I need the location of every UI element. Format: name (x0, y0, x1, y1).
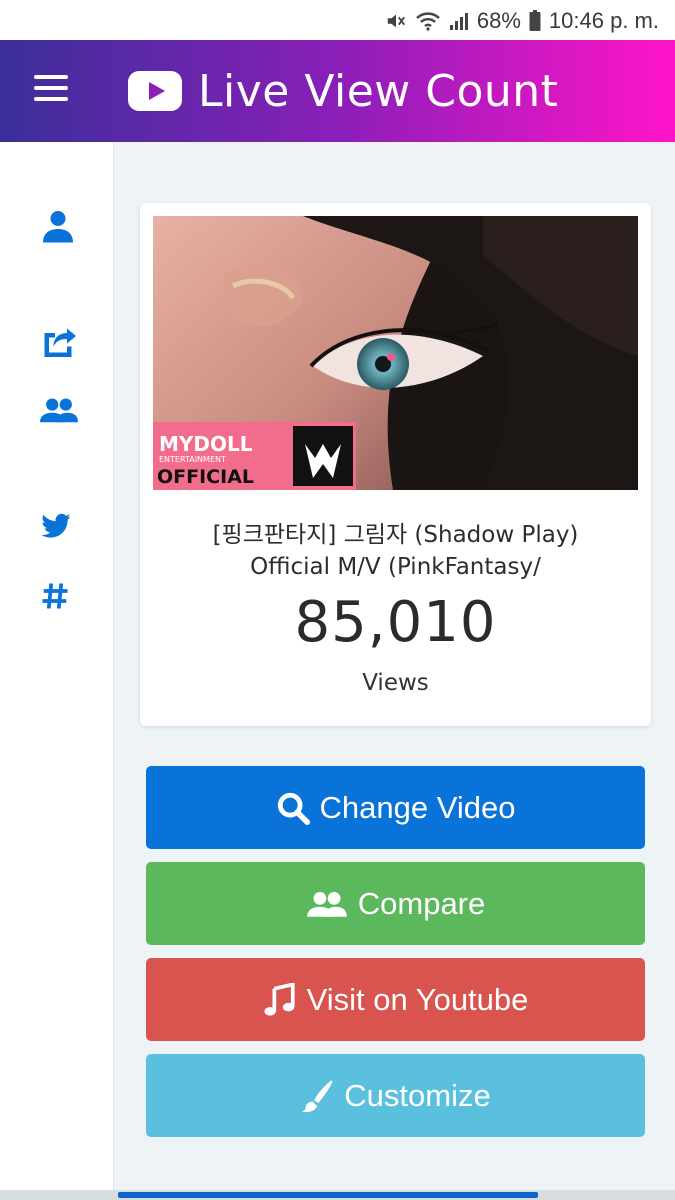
battery-percent: 68% (476, 8, 521, 33)
video-thumbnail[interactable]: MYDOLL ENTERTAINMENT OFFICIAL (153, 216, 638, 490)
compare-button[interactable]: Compare (146, 862, 645, 945)
thumb-logo-official: OFFICIAL (157, 466, 254, 488)
clock: 10:46 p. m. (548, 8, 659, 33)
twitter-icon[interactable] (40, 508, 72, 544)
video-title-line1: [핑크판타지] 그림자 (Shadow Play) (212, 522, 579, 548)
status-bar: 68% 10:46 p. m. (0, 0, 675, 40)
mute-icon (385, 10, 407, 32)
share-icon[interactable] (40, 324, 76, 360)
visit-youtube-label: Visit on Youtube (306, 981, 529, 1017)
battery-icon (529, 10, 541, 32)
cutoff-content (118, 1188, 538, 1200)
thumb-logo-text: MYDOLL (159, 432, 253, 456)
signal-icon (449, 11, 469, 31)
app-title: Live View Count (198, 65, 559, 117)
status-right: 68% 10:46 p. m. (385, 8, 659, 34)
user-icon[interactable] (40, 208, 76, 244)
hamburger-menu-icon[interactable] (34, 75, 68, 105)
wifi-icon (415, 10, 441, 32)
customize-label: Customize (344, 1077, 491, 1113)
change-video-button[interactable]: Change Video (146, 766, 645, 849)
youtube-play-icon (128, 71, 182, 111)
hashtag-icon[interactable] (40, 578, 70, 614)
sidebar (0, 142, 114, 1200)
video-card: MYDOLL ENTERTAINMENT OFFICIAL [핑크판타지] 그림… (140, 203, 651, 726)
visit-youtube-button[interactable]: Visit on Youtube (146, 958, 645, 1041)
video-title: [핑크판타지] 그림자 (Shadow Play) Official M/V (… (160, 519, 631, 583)
views-label: Views (362, 670, 429, 696)
customize-button[interactable]: Customize (146, 1054, 645, 1137)
music-icon (263, 982, 297, 1017)
brand[interactable]: Live View Count (128, 62, 558, 120)
users-icon[interactable] (40, 392, 78, 428)
video-title-line2: Official M/V (PinkFantasy/ (250, 554, 541, 580)
thumb-logo-subtext: ENTERTAINMENT (159, 455, 226, 464)
compare-label: Compare (357, 885, 486, 921)
change-video-label: Change Video (319, 789, 516, 825)
users-icon (306, 887, 348, 921)
app-header: Live View Count (0, 40, 675, 142)
paint-brush-icon (300, 1079, 334, 1113)
view-count: 85,010 (294, 590, 497, 655)
search-icon (276, 791, 310, 825)
